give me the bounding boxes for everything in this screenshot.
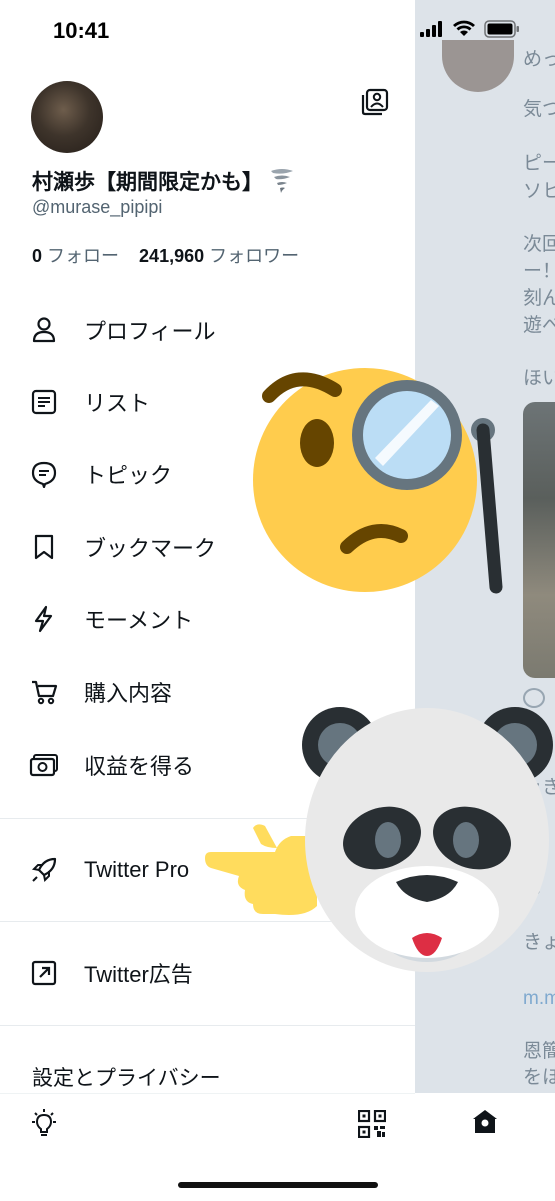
- timeline-text: 刻ん: [523, 288, 555, 309]
- avatar[interactable]: [31, 81, 103, 153]
- timeline-text: ー！: [523, 261, 555, 282]
- menu-item-topics[interactable]: トピック: [28, 454, 172, 494]
- menu-item-label: 収益を得る: [84, 754, 195, 779]
- menu-item-label: Twitter Pro: [84, 857, 190, 882]
- qr-code-icon[interactable]: [357, 1109, 387, 1143]
- timeline-text: 気つ: [523, 99, 555, 120]
- follow-stats: 0 フォロー 241,960 フォロワー: [32, 242, 299, 268]
- menu-item-monetization[interactable]: 収益を得る: [28, 745, 194, 785]
- status-icons: [420, 20, 520, 38]
- battery-icon: [484, 20, 519, 38]
- home-icon[interactable]: [471, 1108, 499, 1141]
- display-name-text: 村瀬歩【期間限定かも】: [32, 171, 263, 194]
- menu-item-lists[interactable]: リスト: [28, 382, 150, 422]
- list-icon: [28, 386, 60, 418]
- status-time: 10:41: [53, 18, 110, 43]
- menu-item-label: Twitter広告: [84, 962, 193, 987]
- menu-item-label: モーメント: [84, 608, 194, 633]
- menu-item-twitter-pro[interactable]: Twitter Pro: [28, 850, 189, 890]
- timeline-text: ピー: [523, 153, 555, 174]
- lightning-icon: [28, 603, 60, 635]
- following-label[interactable]: フォロー: [47, 246, 119, 266]
- panda-face-emoji: [300, 700, 555, 985]
- money-icon: [28, 749, 60, 781]
- followers-count[interactable]: 241,960: [139, 246, 204, 266]
- timeline-text: 恩簡: [523, 1041, 555, 1062]
- timeline-text: めっ: [523, 49, 555, 70]
- timeline-avatar: [442, 40, 514, 92]
- timeline-text: ソヒ: [523, 181, 555, 202]
- menu-item-purchases[interactable]: 購入内容: [28, 672, 172, 712]
- divider: [0, 1025, 415, 1026]
- person-icon: [28, 314, 60, 346]
- followers-label[interactable]: フォロワー: [209, 246, 299, 266]
- signal-icon: [420, 21, 442, 37]
- menu-item-bookmarks[interactable]: ブックマーク: [28, 527, 216, 567]
- monocle-face-emoji: [225, 350, 515, 615]
- external-link-icon: [28, 957, 60, 989]
- menu-item-twitter-ads[interactable]: Twitter広告: [28, 953, 193, 993]
- menu-item-moments[interactable]: モーメント: [28, 599, 193, 639]
- user-handle: @murase_pipipi: [32, 197, 163, 217]
- wifi-icon: [453, 20, 475, 36]
- bookmark-icon: [28, 531, 60, 563]
- menu-item-label: トピック: [84, 463, 173, 488]
- accounts-icon[interactable]: [358, 86, 390, 123]
- timeline-link[interactable]: m.m: [523, 987, 555, 1012]
- timeline-text: をほ: [523, 1067, 555, 1088]
- menu-item-label: 購入内容: [84, 681, 173, 706]
- timeline-image[interactable]: [523, 402, 555, 678]
- display-name[interactable]: 村瀬歩【期間限定かも】: [32, 166, 295, 196]
- menu-item-label: リスト: [84, 391, 151, 416]
- topic-icon: [28, 458, 60, 490]
- menu-item-profile[interactable]: プロフィール: [28, 310, 216, 350]
- timeline-text: 遊べ: [523, 315, 555, 336]
- timeline-text: 次回: [523, 234, 555, 255]
- menu-item-label: ブックマーク: [84, 536, 217, 561]
- rocket-icon: [28, 854, 60, 886]
- lightbulb-icon[interactable]: [28, 1108, 60, 1145]
- timeline-text: ほい: [523, 368, 555, 389]
- following-count[interactable]: 0: [32, 246, 42, 266]
- home-indicator: [178, 1182, 378, 1188]
- cart-icon: [28, 676, 60, 708]
- menu-item-label: プロフィール: [84, 319, 216, 344]
- tornado-icon: [271, 169, 293, 193]
- settings-and-privacy[interactable]: 設定とプライバシー: [32, 1062, 221, 1092]
